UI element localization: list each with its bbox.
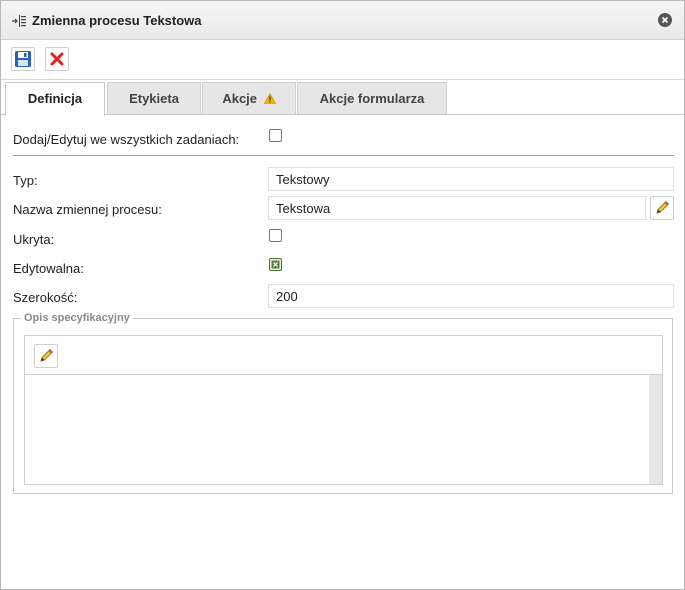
tab-bar: Definicja Etykieta Akcje Akcje formularz… — [1, 80, 684, 116]
dialog-window: Zmienna procesu Tekstowa Definicja Etyki… — [0, 0, 685, 590]
delete-icon — [50, 52, 64, 66]
toolbar — [1, 40, 684, 80]
warning-icon — [263, 84, 276, 115]
tab-definicja[interactable]: Definicja — [5, 82, 105, 116]
tab-akcje-formularza[interactable]: Akcje formularza — [297, 82, 447, 114]
tab-label: Akcje — [222, 91, 258, 106]
width-label: Szerokość: — [13, 290, 78, 305]
tab-label: Etykieta — [129, 91, 179, 106]
type-label: Typ: — [13, 173, 38, 188]
type-field: Tekstowy — [268, 167, 674, 191]
add-edit-all-checkbox[interactable] — [269, 129, 282, 142]
var-name-label: Nazwa zmiennej procesu: — [13, 202, 162, 217]
tab-label: Definicja — [27, 91, 83, 106]
tab-label: Akcje formularza — [319, 91, 425, 106]
spec-editor — [24, 335, 663, 485]
spec-text-area[interactable] — [25, 375, 649, 484]
edit-var-name-button[interactable] — [650, 196, 674, 220]
save-button[interactable] — [11, 47, 35, 71]
editable-label: Edytowalna: — [13, 261, 84, 276]
editor-toolbar — [25, 336, 662, 375]
width-field[interactable]: 200 — [268, 284, 674, 308]
editable-checkbox[interactable] — [269, 258, 282, 271]
tab-akcje[interactable]: Akcje — [202, 82, 296, 114]
pencil-icon — [656, 200, 670, 214]
hidden-checkbox[interactable] — [269, 229, 282, 242]
spec-legend: Opis specyfikacyjny — [21, 312, 133, 324]
checkbox-checked-icon — [271, 260, 280, 269]
window-title: Zmienna procesu Tekstowa — [32, 13, 202, 28]
section-divider — [13, 155, 674, 156]
title-bar: Zmienna procesu Tekstowa — [1, 1, 684, 40]
edit-spec-button[interactable] — [34, 344, 58, 368]
editor-scrollbar[interactable] — [649, 375, 662, 484]
hidden-label: Ukryta: — [13, 232, 55, 247]
close-icon[interactable] — [658, 13, 672, 27]
delete-button[interactable] — [45, 47, 69, 71]
panel-icon — [11, 14, 27, 28]
add-edit-all-label: Dodaj/Edytuj we wszystkich zadaniach: — [13, 132, 240, 147]
tab-etykieta[interactable]: Etykieta — [107, 82, 201, 114]
var-name-field[interactable]: Tekstowa — [268, 196, 646, 220]
save-icon — [15, 51, 31, 67]
pencil-icon — [40, 348, 54, 362]
